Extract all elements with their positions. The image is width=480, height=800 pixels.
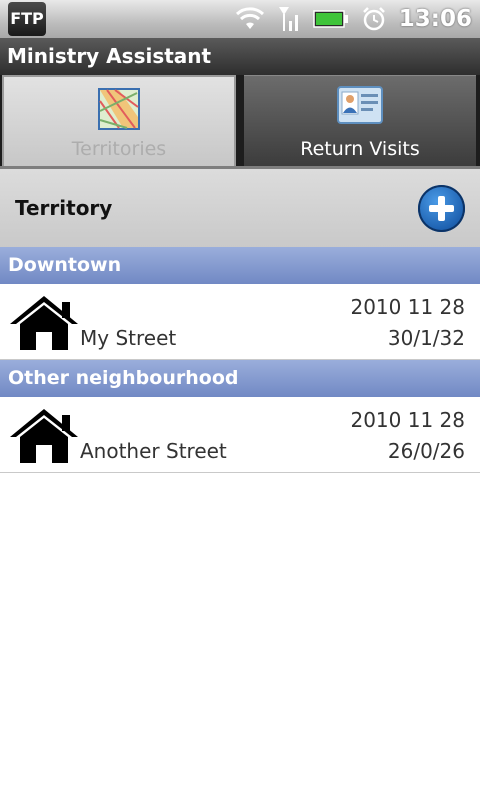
street-name: My Street [80,326,177,350]
status-icons: 13:06 [235,0,472,38]
tab-bar: Territories Return Visits [0,75,480,168]
section-header-downtown: Downtown [0,247,480,284]
item-date: 2010 11 28 [350,408,465,432]
tab-return-visits-label: Return Visits [300,138,420,160]
item-counts: 26/0/26 [387,439,465,463]
list-item[interactable]: My Street 2010 11 28 30/1/32 [0,284,480,360]
signal-icon [278,7,298,31]
house-icon [10,296,78,350]
add-territory-button[interactable] [418,185,465,232]
ftp-notification-icon[interactable]: FTP [8,2,46,36]
battery-icon [313,10,348,28]
tab-territories[interactable]: Territories [2,75,236,166]
list-item[interactable]: Another Street 2010 11 28 26/0/26 [0,397,480,473]
tab-return-visits[interactable]: Return Visits [244,75,476,166]
section-header-other-neighbourhood: Other neighbourhood [0,360,480,397]
item-date: 2010 11 28 [350,295,465,319]
contact-card-icon [337,86,383,124]
map-icon [98,88,140,130]
status-bar: FTP 13:06 [0,0,480,39]
wifi-icon [235,7,264,29]
item-counts: 30/1/32 [387,326,465,350]
list-header: Territory [0,169,480,247]
street-name: Another Street [80,439,227,463]
clock: 13:06 [398,6,472,32]
house-icon [10,409,78,463]
app-title: Ministry Assistant [0,38,480,75]
tab-territories-label: Territories [71,138,167,160]
alarm-icon [362,7,385,31]
page-title: Territory [15,196,113,220]
